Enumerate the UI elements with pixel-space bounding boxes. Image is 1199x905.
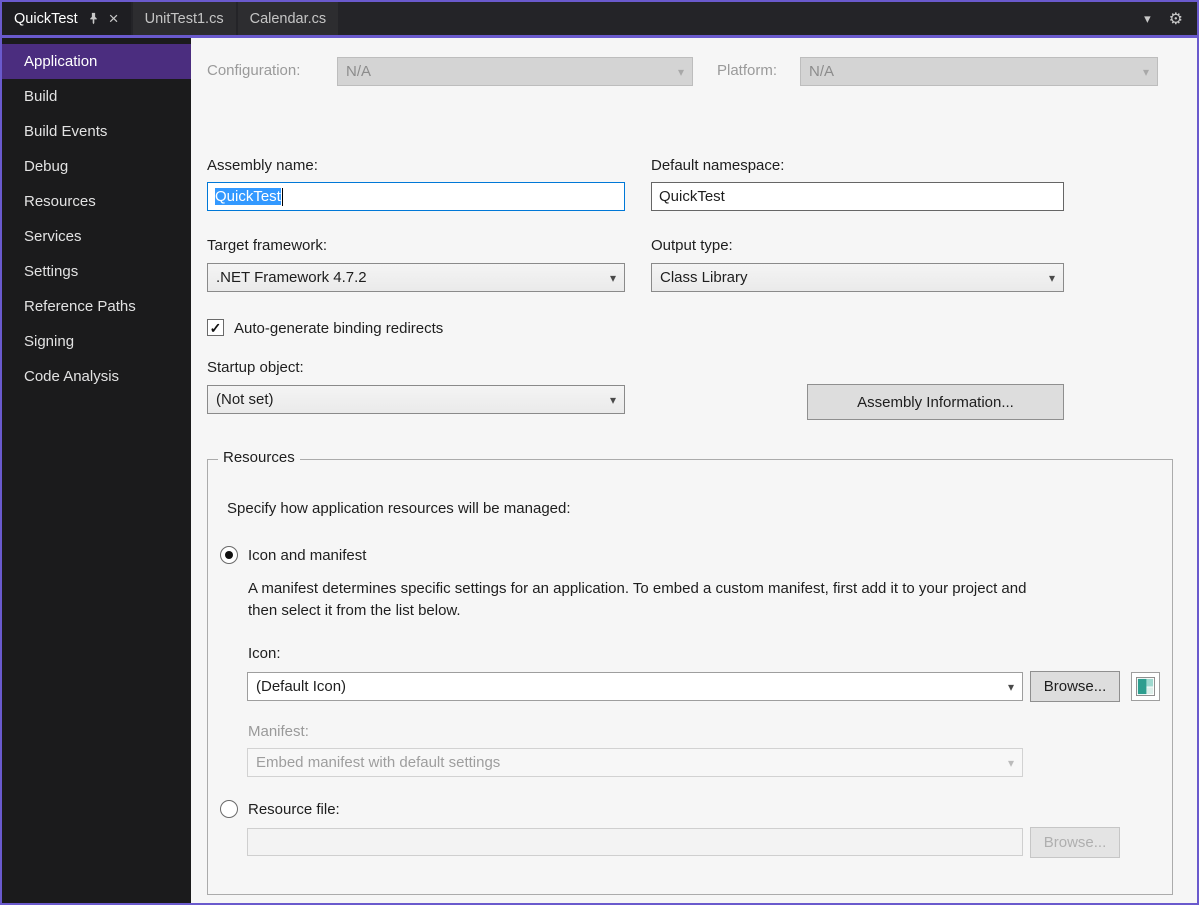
target-framework-value: .NET Framework 4.7.2	[216, 269, 367, 286]
sidebar-item-settings[interactable]: Settings	[2, 254, 191, 289]
platform-label: Platform:	[717, 62, 778, 79]
resource-file-label: Resource file:	[248, 801, 340, 818]
configuration-label: Configuration:	[207, 62, 301, 79]
platform-value: N/A	[809, 63, 835, 80]
application-page: Configuration: N/A ▾ Platform: N/A ▾ Ass…	[191, 38, 1197, 903]
radio-dot	[225, 551, 233, 559]
chevron-down-icon: ▾	[1007, 679, 1014, 694]
startup-object-dropdown[interactable]: (Not set) ▾	[207, 385, 625, 414]
tab-label: UnitTest1.cs	[144, 10, 224, 27]
output-type-label: Output type:	[651, 237, 733, 254]
chevron-down-icon: ▾	[1007, 755, 1014, 770]
auto-generate-label: Auto-generate binding redirects	[234, 320, 444, 337]
sidebar-item-application[interactable]: Application	[2, 44, 191, 79]
sidebar-item-resources[interactable]: Resources	[2, 184, 191, 219]
chevron-down-icon: ▾	[609, 270, 616, 285]
sidebar-item-debug[interactable]: Debug	[2, 149, 191, 184]
gear-icon[interactable]: ⚙	[1169, 9, 1183, 29]
chevron-down-icon: ▾	[609, 392, 616, 407]
text-caret	[281, 187, 283, 206]
target-framework-dropdown[interactable]: .NET Framework 4.7.2 ▾	[207, 263, 625, 292]
icon-label: Icon:	[248, 645, 281, 662]
manifest-dropdown: Embed manifest with default settings ▾	[247, 748, 1023, 777]
startup-object-value: (Not set)	[216, 391, 274, 408]
tab-quicktest[interactable]: QuickTest ×	[2, 2, 131, 35]
icon-browse-button[interactable]: Browse...	[1030, 671, 1120, 702]
assembly-name-input[interactable]: QuickTest	[207, 182, 625, 211]
sidebar-item-code-analysis[interactable]: Code Analysis	[2, 359, 191, 394]
tab-bar-actions: ▾ ⚙	[1144, 2, 1197, 35]
chevron-down-icon: ▾	[677, 64, 684, 79]
project-properties-sidebar: Application Build Build Events Debug Res…	[2, 38, 191, 903]
main-area: Application Build Build Events Debug Res…	[2, 38, 1197, 903]
resources-description: Specify how application resources will b…	[227, 500, 571, 517]
icon-value: (Default Icon)	[256, 678, 347, 695]
tab-overflow-chevron-icon[interactable]: ▾	[1144, 11, 1151, 27]
sidebar-item-build[interactable]: Build	[2, 79, 191, 114]
chevron-down-icon: ▾	[1048, 270, 1055, 285]
tab-label: Calendar.cs	[249, 10, 327, 27]
resource-browse-button: Browse...	[1030, 827, 1120, 858]
vs-project-properties-window: QuickTest × UnitTest1.cs Calendar.cs ▾ ⚙…	[0, 0, 1199, 905]
document-tab-bar: QuickTest × UnitTest1.cs Calendar.cs ▾ ⚙	[2, 2, 1197, 35]
manifest-value: Embed manifest with default settings	[256, 754, 501, 771]
sidebar-item-build-events[interactable]: Build Events	[2, 114, 191, 149]
chevron-down-icon: ▾	[1142, 64, 1149, 79]
target-framework-label: Target framework:	[207, 237, 328, 254]
manifest-help-text: A manifest determines specific settings …	[248, 580, 1027, 619]
auto-generate-checkbox[interactable]: ✓	[207, 319, 224, 336]
default-namespace-input[interactable]	[651, 182, 1064, 211]
resource-file-radio[interactable]	[220, 800, 238, 818]
sidebar-item-signing[interactable]: Signing	[2, 324, 191, 359]
icon-and-manifest-label: Icon and manifest	[248, 547, 367, 564]
resource-file-input	[247, 828, 1023, 856]
application-icon-preview	[1131, 672, 1160, 701]
manifest-label: Manifest:	[248, 723, 309, 740]
tab-unittest1[interactable]: UnitTest1.cs	[132, 2, 236, 35]
startup-object-label: Startup object:	[207, 359, 304, 376]
sidebar-item-services[interactable]: Services	[2, 219, 191, 254]
tab-label: QuickTest	[14, 10, 78, 27]
icon-dropdown[interactable]: (Default Icon) ▾	[247, 672, 1023, 701]
assembly-name-label: Assembly name:	[207, 157, 318, 174]
platform-dropdown: N/A ▾	[800, 57, 1158, 86]
check-icon: ✓	[209, 319, 222, 336]
output-type-dropdown[interactable]: Class Library ▾	[651, 263, 1064, 292]
resources-legend: Resources	[218, 449, 300, 466]
default-app-icon	[1136, 677, 1155, 696]
assembly-name-selected-text: QuickTest	[215, 188, 281, 205]
pin-icon[interactable]	[87, 12, 100, 25]
close-icon[interactable]: ×	[109, 10, 119, 27]
default-namespace-label: Default namespace:	[651, 157, 785, 174]
configuration-value: N/A	[346, 63, 372, 80]
icon-and-manifest-radio[interactable]	[220, 546, 238, 564]
sidebar-item-reference-paths[interactable]: Reference Paths	[2, 289, 191, 324]
configuration-dropdown: N/A ▾	[337, 57, 693, 86]
assembly-information-button[interactable]: Assembly Information...	[807, 384, 1064, 420]
tab-calendar[interactable]: Calendar.cs	[237, 2, 339, 35]
output-type-value: Class Library	[660, 269, 748, 286]
